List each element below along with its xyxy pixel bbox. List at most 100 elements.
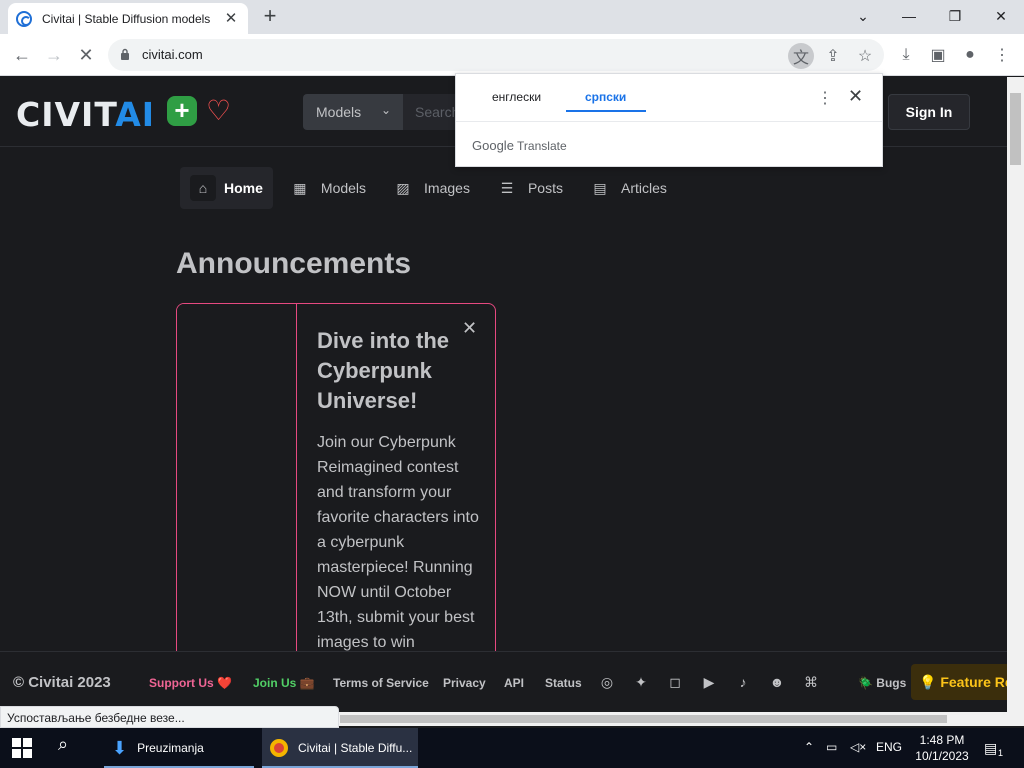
tab-posts[interactable]: ☰ Posts: [484, 167, 573, 209]
vertical-scroll-thumb[interactable]: [1010, 93, 1021, 165]
url-text: civitai.com: [142, 47, 203, 62]
privacy-link[interactable]: Privacy: [443, 676, 486, 690]
discord-icon[interactable]: ◎: [598, 674, 616, 692]
feature-requests-button[interactable]: 💡 Feature Requests: [911, 664, 1007, 700]
logo-civ: CIVIT: [16, 95, 116, 134]
layout-list-icon: ☰: [500, 179, 514, 196]
stop-loading-icon[interactable]: ✕: [73, 42, 99, 68]
more-options-icon[interactable]: ⋮: [817, 88, 833, 108]
browser-tab[interactable]: Civitai | Stable Diffusion models ✕: [8, 3, 248, 34]
announcement-title: Dive into the Cyberpunk Universe!: [317, 328, 450, 413]
volume-muted-icon[interactable]: ◁×: [850, 740, 866, 754]
dismiss-announcement-icon[interactable]: ✕: [462, 318, 477, 339]
back-arrow-icon[interactable]: ←: [9, 42, 35, 68]
side-panel-icon[interactable]: ▣: [925, 42, 951, 68]
windows-taskbar: ⌕ ⬇ Preuzimanja Civitai | Stable Diffu..…: [0, 728, 1024, 768]
tiktok-icon[interactable]: ♪: [734, 674, 752, 692]
horizontal-scroll-thumb[interactable]: [340, 715, 947, 723]
close-translate-icon[interactable]: ✕: [848, 86, 863, 107]
site-footer: © Civitai 2023 Support Us ❤️ Join Us 💼 T…: [0, 651, 1007, 712]
target-language-tab[interactable]: српски: [585, 90, 626, 104]
forward-arrow-icon[interactable]: →: [41, 42, 67, 68]
tab-strip: Civitai | Stable Diffusion models ✕ + ⌄ …: [0, 0, 1024, 34]
share-icon[interactable]: ⇪: [820, 43, 846, 69]
bugs-link[interactable]: 🪲 Bugs: [858, 676, 906, 690]
clock[interactable]: 1:48 PM 10/1/2023: [912, 732, 972, 764]
search-category-select[interactable]: Models ⌄: [303, 94, 403, 130]
civitai-favicon-icon: [16, 10, 32, 27]
translate-brand-text: Translate: [517, 139, 567, 153]
restore-button[interactable]: ❐: [932, 2, 978, 30]
logo-ai: AI: [115, 95, 156, 134]
tab-label: Home: [224, 180, 263, 196]
announcement-body: Dive into the Cyberpunk Universe! Join o…: [317, 326, 487, 655]
profile-avatar-icon[interactable]: ●: [957, 42, 983, 68]
new-tab-button[interactable]: +: [258, 5, 282, 29]
reddit-icon[interactable]: ☻: [768, 674, 786, 692]
join-us-link[interactable]: Join Us 💼: [253, 676, 315, 690]
github-icon[interactable]: ⌘: [802, 674, 820, 692]
instagram-icon[interactable]: ◻: [666, 674, 684, 692]
selected-language-indicator: [566, 110, 646, 112]
close-window-button[interactable]: ✕: [978, 2, 1024, 30]
footer-copyright: © Civitai 2023: [13, 674, 111, 691]
downloads-icon[interactable]: ⤓: [893, 42, 919, 68]
task-label: Preuzimanja: [137, 741, 204, 755]
support-us-link[interactable]: Support Us ❤️: [149, 676, 232, 690]
bookmark-star-icon[interactable]: ☆: [852, 43, 878, 69]
tab-models[interactable]: ▦ Models: [277, 167, 376, 209]
youtube-icon[interactable]: ▶: [700, 674, 718, 692]
announcement-text: Join our Cyberpunk Reimagined contest an…: [317, 434, 479, 651]
home-icon: ⌂: [190, 175, 216, 201]
language-indicator[interactable]: ENG: [876, 740, 902, 754]
tab-label: Articles: [620, 180, 667, 196]
taskbar-downloads[interactable]: ⬇ Preuzimanja: [104, 728, 254, 768]
translate-icon[interactable]: 文: [788, 43, 814, 69]
heart-icon[interactable]: ♡: [206, 94, 231, 127]
tab-label: Models: [320, 180, 367, 196]
vertical-scrollbar[interactable]: [1007, 77, 1024, 726]
source-language-tab[interactable]: енглески: [492, 90, 541, 104]
tab-label: Posts: [527, 180, 563, 196]
photo-icon: ▨: [396, 179, 410, 196]
task-label: Civitai | Stable Diffu...: [298, 741, 413, 755]
search-input[interactable]: Search: [403, 94, 463, 130]
network-icon[interactable]: ▭: [826, 740, 837, 754]
status-link[interactable]: Status: [545, 676, 582, 690]
minimize-button[interactable]: —: [886, 2, 932, 30]
page-viewport: CIVITAI + ♡ Models ⌄ Search Sign In ⌂ Ho…: [0, 77, 1007, 712]
search-icon[interactable]: ⌕: [58, 734, 86, 762]
tab-title: Civitai | Stable Diffusion models: [42, 11, 211, 26]
twitter-icon[interactable]: ✦: [632, 674, 650, 692]
terms-link[interactable]: Terms of Service: [333, 676, 429, 690]
translate-popup: енглески српски ⋮ ✕ Google Translate: [455, 73, 883, 167]
api-link[interactable]: API: [504, 676, 524, 690]
grid-icon: ▦: [293, 179, 307, 196]
chrome-menu-icon[interactable]: ⋮: [989, 42, 1015, 68]
google-translate-branding: Google Translate: [472, 138, 567, 153]
announcements-title: Announcements: [176, 247, 412, 280]
tab-home[interactable]: ⌂ Home: [180, 167, 273, 209]
divider: [456, 121, 882, 122]
chevron-up-icon[interactable]: ⌃: [804, 740, 814, 754]
notification-count: 1: [998, 748, 1004, 758]
screen: Civitai | Stable Diffusion models ✕ + ⌄ …: [0, 0, 1024, 768]
browser-toolbar: ← → ✕ civitai.com 文 ⇪ ☆ ⤓ ▣ ● ⋮: [0, 34, 1024, 76]
lock-icon: [121, 48, 129, 60]
civitai-logo[interactable]: CIVITAI: [16, 95, 155, 134]
search-category-label: Models: [316, 104, 362, 120]
windows-start-icon[interactable]: [12, 738, 32, 758]
google-brand-text: Google: [472, 138, 514, 153]
sign-in-button[interactable]: Sign In: [888, 94, 970, 130]
clock-time: 1:48 PM: [919, 733, 965, 747]
notifications-icon[interactable]: ▤: [984, 740, 997, 757]
create-plus-button[interactable]: +: [167, 96, 197, 126]
clock-date: 10/1/2023: [915, 749, 969, 763]
tab-search-chevron-icon[interactable]: ⌄: [840, 2, 886, 30]
tab-label: Images: [424, 180, 470, 196]
taskbar-chrome[interactable]: Civitai | Stable Diffu...: [262, 728, 418, 768]
tab-images[interactable]: ▨ Images: [380, 167, 480, 209]
tab-close-icon[interactable]: ✕: [222, 9, 240, 27]
tab-articles[interactable]: ▤ Articles: [577, 167, 677, 209]
address-bar[interactable]: civitai.com 文 ⇪ ☆: [108, 39, 884, 71]
